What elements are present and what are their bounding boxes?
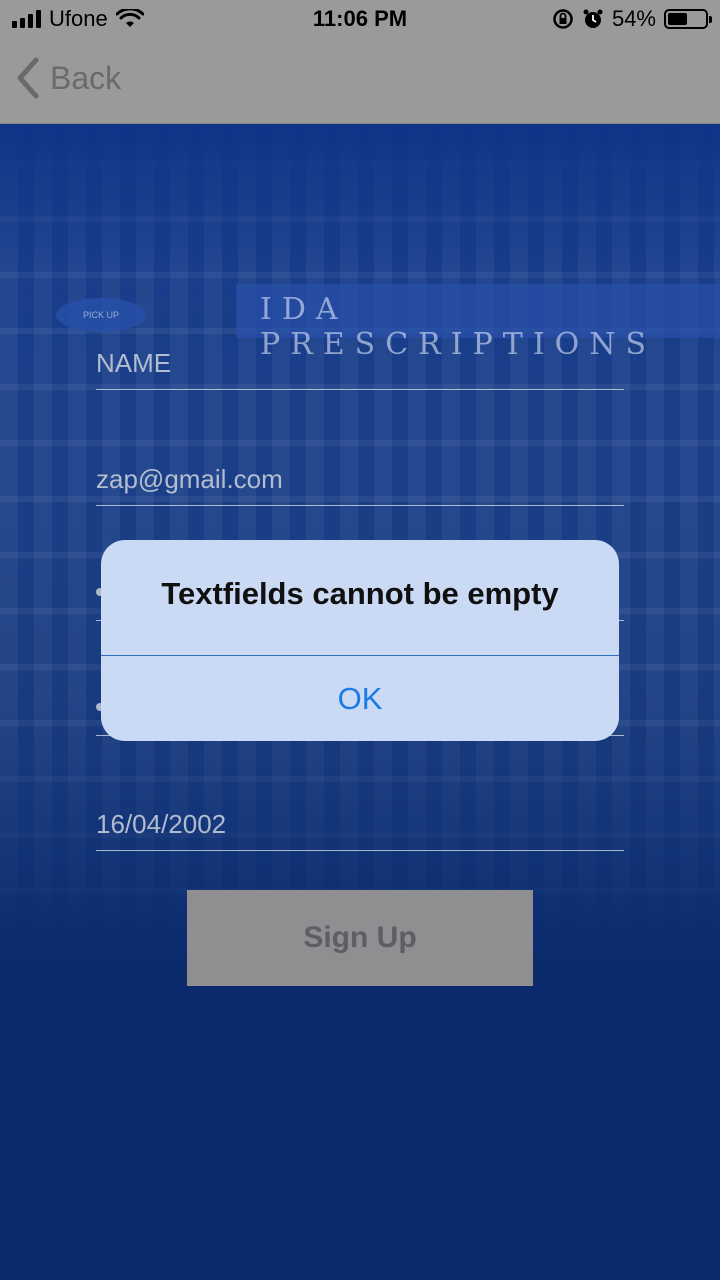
alert-title: Textfields cannot be empty [161, 576, 559, 611]
status-right: 54% [552, 6, 712, 32]
back-label: Back [50, 59, 122, 96]
alarm-icon [583, 9, 603, 28]
email-value: zap@gmail.com [96, 464, 283, 494]
battery-fill [668, 13, 688, 25]
pickup-sign: PICK UP [56, 298, 146, 332]
status-bar: Ufone 11:06 PM 54% [0, 0, 720, 40]
navigation-bar: Back [0, 40, 720, 124]
battery-icon [664, 9, 712, 29]
rotation-lock-icon [553, 9, 573, 29]
name-field[interactable]: NAME [96, 334, 624, 390]
chevron-left-icon [17, 57, 39, 99]
date-of-birth-field[interactable]: 16/04/2002 [96, 795, 624, 851]
sign-up-button[interactable]: Sign Up [187, 890, 533, 986]
battery-percent: 54% [611, 6, 656, 31]
alert-dialog: Textfields cannot be empty OK [101, 540, 619, 741]
date-value: 16/04/2002 [96, 809, 227, 839]
back-button[interactable]: Back [14, 56, 121, 100]
ok-button[interactable]: OK [101, 656, 619, 741]
prescriptions-banner: IDA PRESCRIPTIONS [236, 284, 720, 362]
email-field[interactable]: zap@gmail.com [96, 450, 624, 506]
name-placeholder: NAME [96, 348, 172, 378]
